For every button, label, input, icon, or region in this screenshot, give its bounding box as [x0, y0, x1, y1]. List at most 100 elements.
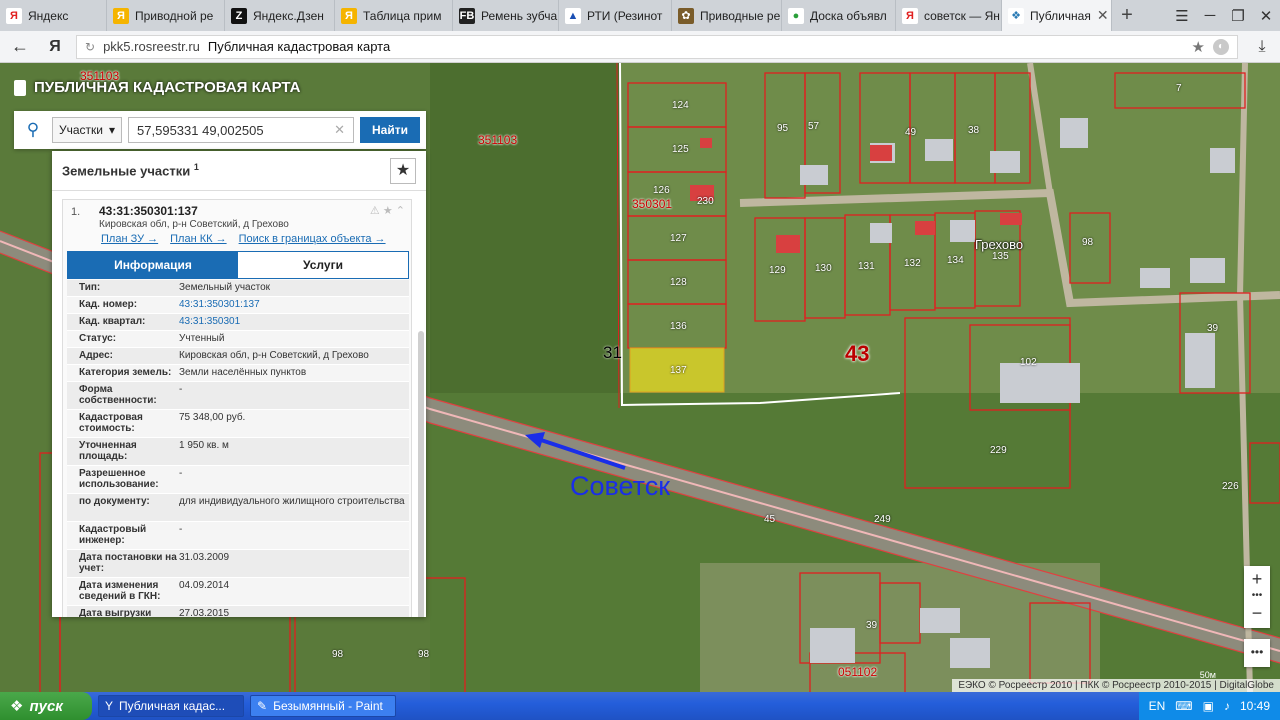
map-label: 124	[672, 100, 689, 111]
address-bar: ← Я ↻ pkk5.rosreestr.ru Публичная кадаст…	[0, 31, 1280, 63]
browser-tab[interactable]: Я Таблица прим	[335, 0, 453, 31]
map-label: 226	[1222, 481, 1239, 492]
map-label: 351103	[478, 133, 518, 147]
refresh-icon[interactable]: ↻	[85, 40, 95, 54]
language-indicator[interactable]: EN	[1149, 699, 1166, 713]
info-value[interactable]: 43:31:350301:137	[179, 299, 409, 311]
app-title: ПУБЛИЧНАЯ КАДАСТРОВАЯ КАРТА	[14, 79, 300, 96]
clock[interactable]: 10:49	[1240, 699, 1270, 713]
tab-info[interactable]: Информация	[68, 252, 238, 278]
info-value: для индивидуального жилищного строительс…	[179, 496, 405, 507]
browser-tab[interactable]: ● Доска объявл	[782, 0, 896, 31]
info-key: Дата изменения сведений в ГКН:	[79, 580, 161, 602]
info-key: Кадастровый инженер:	[79, 524, 147, 546]
new-tab-button[interactable]: +	[1112, 0, 1142, 31]
browser-tab[interactable]: ✿ Приводные ре	[672, 0, 782, 31]
clear-icon[interactable]: ✕	[334, 122, 345, 138]
close-tab-icon[interactable]: ✕	[1097, 7, 1109, 24]
info-key: Категория земель:	[79, 367, 172, 378]
plan-kk-link[interactable]: План КК →	[170, 233, 226, 245]
windows-logo-icon: ❖	[10, 698, 24, 715]
map-attribution: ЕЭКО © Росреестр 2010 | ПКК © Росреестр …	[952, 679, 1280, 692]
ya-market-icon: Я	[113, 7, 129, 24]
zen-icon: Z	[231, 7, 247, 24]
yandex-icon: Я	[6, 7, 22, 24]
browser-tab-bar: Я Яндекс Я Приводной ре Z Яндекс.Дзен Я Таблица…	[0, 0, 1280, 31]
browser-tab[interactable]: Я Приводной ре	[107, 0, 225, 31]
protect-icon[interactable]: ◐	[1213, 38, 1229, 55]
yandex-logo-icon[interactable]: Я	[40, 38, 70, 56]
results-panel: Земельные участки 1 ★ 1. 43:31:350301:13…	[52, 151, 426, 617]
cadastral-map[interactable]: 351103 351103 124 125 126 230 350301 127…	[0, 63, 1280, 692]
map-label: 95	[777, 123, 789, 134]
volume-icon[interactable]: ♪	[1224, 699, 1230, 713]
search-bar: ⚲ Участки ▾ 57,595331 49,002505 ✕ Найти	[14, 111, 426, 149]
bookmark-star-icon[interactable]: ★	[1192, 38, 1205, 56]
zoom-control: + ••• −	[1244, 566, 1270, 628]
more-button[interactable]: •••	[1244, 639, 1270, 667]
browser-tab[interactable]: ▲ РТИ (Резинот	[559, 0, 672, 31]
favorite-star-button[interactable]: ★	[390, 157, 416, 184]
map-label: 7	[1176, 83, 1182, 94]
map-label: 128	[670, 277, 687, 288]
info-row: Статус: Учтенный	[67, 331, 409, 348]
download-icon[interactable]: ⤓	[1244, 38, 1280, 56]
info-row: Разрешенное использование: -	[67, 466, 409, 494]
url-field[interactable]: ↻ pkk5.rosreestr.ru Публичная кадастрова…	[76, 34, 1238, 59]
panel-scrollbar[interactable]	[418, 331, 424, 617]
close-window-button[interactable]: ✕	[1252, 7, 1280, 25]
avito-icon: ●	[788, 7, 804, 24]
search-input[interactable]: 57,595331 49,002505 ✕	[128, 117, 355, 143]
rti-icon: ▲	[565, 7, 581, 24]
info-value: Земельный участок	[179, 282, 271, 293]
tab-services[interactable]: Услуги	[238, 252, 408, 278]
taskbar-item-paint[interactable]: ✎ Безымянный - Paint	[250, 695, 396, 717]
search-type-dropdown[interactable]: Участки ▾	[52, 117, 123, 143]
map-label: 102	[1020, 357, 1037, 368]
browser-tab[interactable]: Ясоветск — Ян	[896, 0, 1002, 31]
ya-market-icon: Я	[341, 7, 357, 24]
search-icon[interactable]: ⚲	[20, 120, 46, 140]
info-key: Дата постановки на учет:	[79, 552, 177, 574]
zoom-out-button[interactable]: −	[1244, 600, 1270, 626]
windows-taskbar: ❖ пуск Y Публичная кадас... ✎ Безымянный -…	[0, 692, 1280, 720]
browser-tab[interactable]: FB Ремень зубча	[453, 0, 559, 31]
info-row: Дата постановки на учет: 31.03.2009	[67, 550, 409, 578]
map-label: 127	[670, 233, 687, 244]
info-value: 04.09.2014	[179, 580, 230, 591]
search-button[interactable]: Найти	[360, 117, 420, 143]
plan-zu-link[interactable]: План ЗУ →	[101, 233, 158, 245]
map-label: 230	[697, 196, 714, 207]
cad-number-title[interactable]: 43:31:350301:137	[99, 204, 198, 218]
search-bounds-link[interactable]: Поиск в границах объекта →	[239, 233, 386, 245]
map-label: 130	[815, 263, 832, 274]
collapse-icon: ⌃	[395, 205, 405, 217]
zoom-in-button[interactable]: +	[1244, 566, 1270, 592]
map-label: 31	[603, 343, 622, 362]
start-button[interactable]: ❖ пуск	[0, 692, 92, 720]
map-label: 125	[672, 144, 689, 155]
browser-tab[interactable]: Я Яндекс	[0, 0, 107, 31]
taskbar-item-browser[interactable]: Y Публичная кадас...	[98, 695, 244, 717]
info-key: Тип:	[79, 282, 101, 293]
map-label: 126	[653, 185, 670, 196]
network-icon[interactable]: ▣	[1203, 699, 1214, 713]
card-actions[interactable]: ⚠ ★ ⌃	[370, 204, 405, 217]
info-key: Дата выгрузки	[79, 608, 152, 617]
minimize-button[interactable]: ─	[1196, 7, 1224, 24]
browser-tab[interactable]: Z Яндекс.Дзен	[225, 0, 335, 31]
back-arrow-icon[interactable]: ←	[0, 36, 40, 57]
info-table: Тип: Земельный участок Кад. номер: 43:31:35…	[67, 280, 409, 617]
yandex-icon: Я	[902, 7, 918, 24]
map-label: 45	[764, 514, 776, 525]
menu-icon[interactable]: ☰	[1168, 7, 1196, 25]
browser-tab[interactable]: ❖ Публичная ✕	[1002, 0, 1112, 31]
keyboard-icon[interactable]: ⌨	[1175, 699, 1192, 713]
restore-button[interactable]: ❐	[1224, 7, 1252, 25]
warning-icon: ⚠	[369, 205, 380, 217]
window-controls: ☰ ─ ❐ ✕	[1168, 0, 1280, 31]
info-row: Кад. номер: 43:31:350301:137	[67, 297, 409, 314]
map-label: 57	[808, 121, 820, 132]
card-tabs: Информация Услуги	[67, 251, 409, 279]
info-value[interactable]: 43:31:350301	[179, 316, 409, 328]
